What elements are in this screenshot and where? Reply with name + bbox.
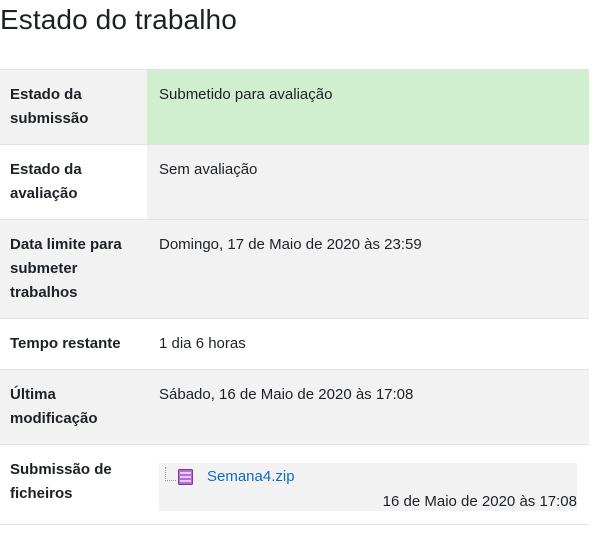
file-download-link[interactable]: Semana4.zip xyxy=(207,465,295,489)
submission-status-table: Estado da submissão Submetido para avali… xyxy=(0,69,589,525)
row-time-remaining: Tempo restante 1 dia 6 horas xyxy=(0,318,589,370)
due-date-value: Domingo, 17 de Maio de 2020 às 23:59 xyxy=(159,236,422,253)
zip-archive-icon xyxy=(178,469,193,485)
grading-status-value: Sem avaliação xyxy=(147,144,589,220)
row-grading-status: Estado da avaliação Sem avaliação xyxy=(0,144,589,220)
assignment-status-page: Estado do trabalho Estado da submissão S… xyxy=(0,0,606,543)
file-item: Semana4.zip xyxy=(165,465,577,489)
last-modified-value: Sábado, 16 de Maio de 2020 às 17:08 xyxy=(159,386,414,403)
row-label: Submissão de ficheiros xyxy=(10,461,112,502)
row-due-date: Data limite para submeter trabalhos Domi… xyxy=(0,219,589,319)
file-timestamp: 16 de Maio de 2020 às 17:08 xyxy=(382,493,577,510)
time-remaining-value: 1 dia 6 horas xyxy=(159,335,246,352)
row-last-modified: Última modificação Sábado, 16 de Maio de… xyxy=(0,369,589,445)
row-label: Estado da submissão xyxy=(10,86,89,127)
file-submissions-cell: Semana4.zip 16 de Maio de 2020 às 17:08 xyxy=(147,445,589,525)
page-title: Estado do trabalho xyxy=(0,4,237,35)
row-file-submissions: Submissão de ficheiros Semana4.zip 16 de… xyxy=(0,444,589,525)
row-label: Última modificação xyxy=(10,386,98,427)
row-label: Tempo restante xyxy=(10,335,121,352)
row-label: Data limite para submeter trabalhos xyxy=(10,236,122,301)
row-label: Estado da avaliação xyxy=(10,161,82,202)
tree-connector xyxy=(165,467,176,481)
file-tree: Semana4.zip 16 de Maio de 2020 às 17:08 xyxy=(159,463,577,511)
row-submission-status: Estado da submissão Submetido para avali… xyxy=(0,69,589,145)
submission-status-value: Submetido para avaliação xyxy=(147,69,589,145)
